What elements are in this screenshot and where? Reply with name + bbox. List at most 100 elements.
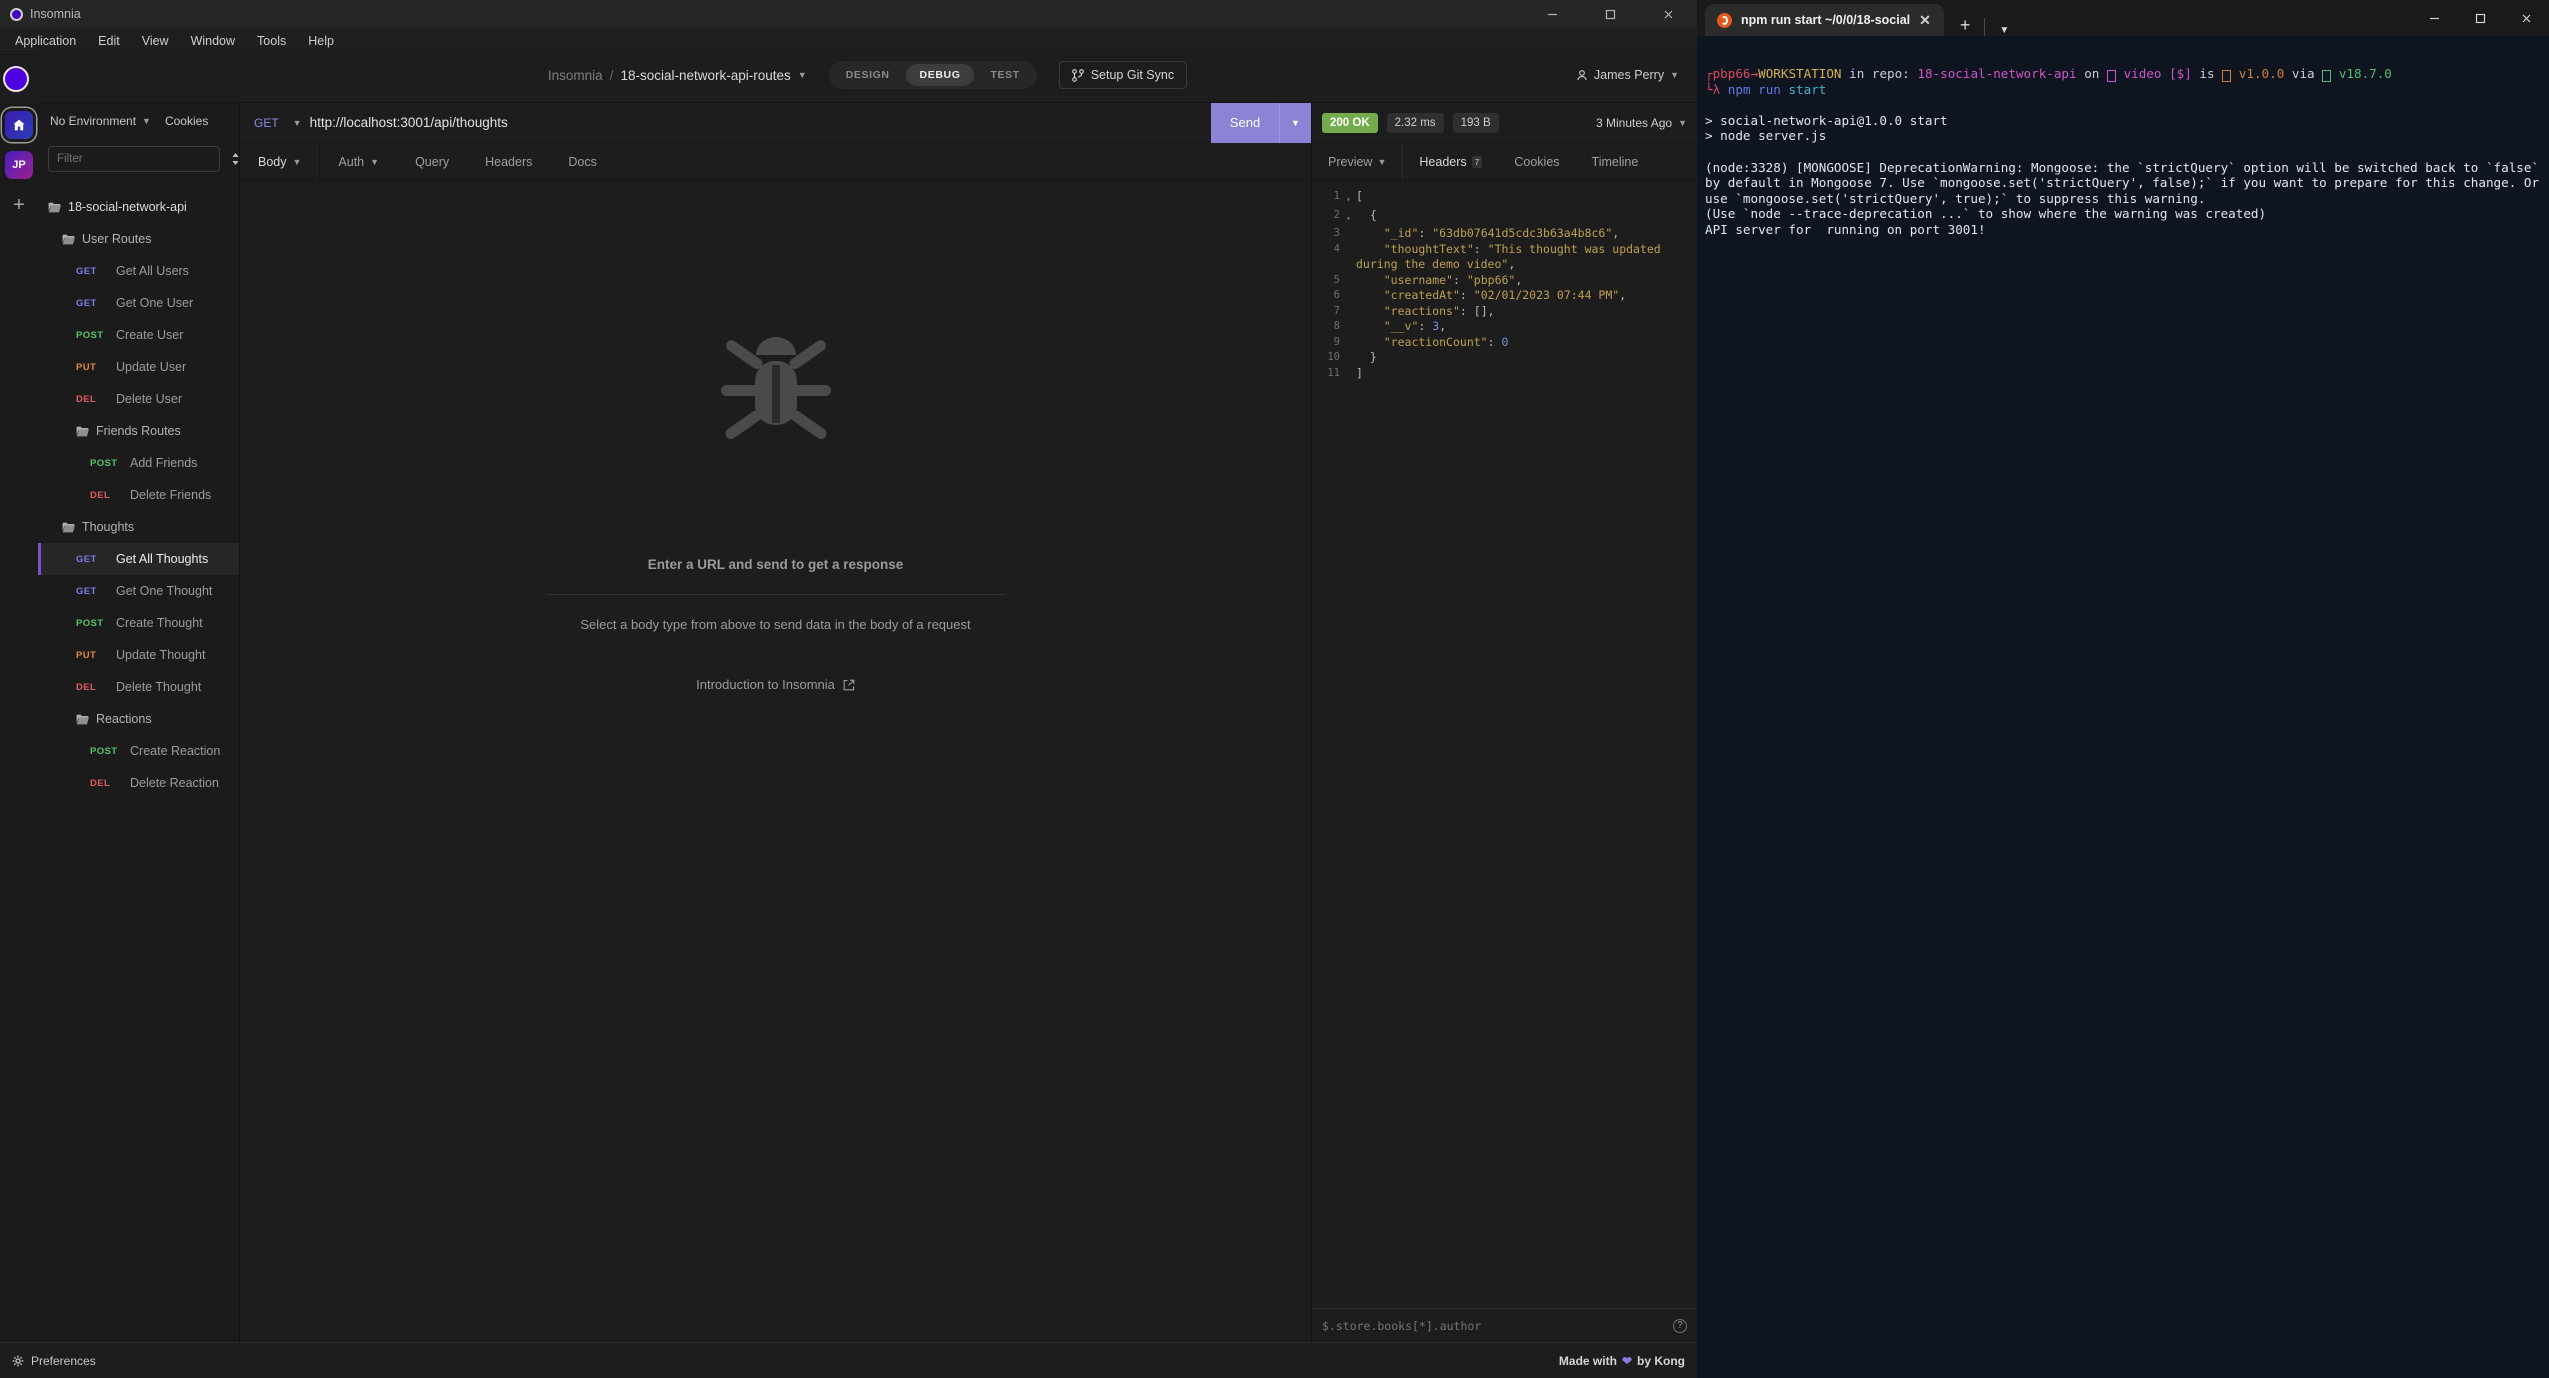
fold-toggle[interactable]: [1346, 366, 1356, 369]
line-number: 6: [1333, 289, 1340, 301]
prompt-on-label: on: [2084, 65, 2100, 81]
empty-heading: Enter a URL and send to get a response: [647, 557, 904, 572]
tab-timeline[interactable]: Timeline: [1576, 143, 1655, 180]
cookies-button[interactable]: Cookies: [165, 114, 208, 128]
request-item-get-all-users[interactable]: GET Get All Users: [38, 255, 239, 287]
request-method-badge: GET: [76, 265, 97, 277]
breadcrumb-workspace[interactable]: Insomnia: [548, 68, 603, 83]
node-icon: [2322, 69, 2332, 82]
fold-toggle[interactable]: [1346, 226, 1356, 229]
tab-docs[interactable]: Docs: [550, 143, 614, 180]
request-item-delete-reaction[interactable]: DEL Delete Reaction: [38, 767, 239, 799]
fold-toggle[interactable]: [1346, 319, 1356, 322]
folder-item-reactions[interactable]: Reactions: [38, 703, 239, 735]
response-time[interactable]: 2.32 ms: [1386, 112, 1444, 133]
tab-design[interactable]: DESIGN: [832, 64, 904, 86]
environment-selector[interactable]: No Environment ▼: [50, 114, 151, 128]
chevron-down-icon[interactable]: ▼: [798, 70, 807, 80]
rail-home-button[interactable]: [5, 111, 33, 139]
setup-git-sync-button[interactable]: Setup Git Sync: [1058, 61, 1188, 89]
status-badge[interactable]: 200 OK: [1322, 112, 1378, 133]
json-code: "thoughtText": "This thought was updated…: [1356, 241, 1668, 272]
request-item-delete-thought[interactable]: DEL Delete Thought: [38, 671, 239, 703]
request-empty-state: Enter a URL and send to get a response S…: [240, 181, 1311, 1342]
chevron-down-icon[interactable]: ▼: [1670, 70, 1679, 80]
close-button[interactable]: [1639, 0, 1697, 28]
fold-toggle[interactable]: ▾: [1346, 189, 1356, 208]
tab-auth[interactable]: Auth ▼: [320, 143, 397, 180]
avatar[interactable]: JP: [5, 151, 33, 179]
tab-body[interactable]: Body ▼: [240, 143, 321, 180]
request-item-create-reaction[interactable]: POST Create Reaction: [38, 735, 239, 767]
tab-headers[interactable]: Headers: [467, 143, 550, 180]
fold-toggle[interactable]: [1346, 335, 1356, 338]
help-icon[interactable]: ?: [1673, 1318, 1687, 1333]
terminal-close-button[interactable]: [2503, 0, 2549, 36]
json-code: }: [1369, 350, 1377, 364]
tab-test[interactable]: TEST: [976, 64, 1033, 86]
collection-root-18-social-network-api[interactable]: 18-social-network-api: [38, 191, 239, 223]
fold-toggle[interactable]: [1346, 304, 1356, 307]
request-item-create-user[interactable]: POST Create User: [38, 319, 239, 351]
request-item-get-one-thought[interactable]: GET Get One Thought: [38, 575, 239, 607]
prompt-user: pbp66: [1712, 65, 1751, 81]
folder-item-thoughts[interactable]: Thoughts: [38, 511, 239, 543]
fold-toggle[interactable]: [1346, 288, 1356, 291]
prompt-is-label: is: [2199, 65, 2215, 81]
response-filter-input[interactable]: [1322, 1318, 1665, 1333]
window-title: Insomnia: [30, 7, 81, 21]
chevron-down-icon: ▼: [292, 156, 302, 167]
preferences-button[interactable]: Preferences: [12, 1354, 96, 1368]
tab-query[interactable]: Query: [397, 143, 467, 180]
request-item-update-thought[interactable]: PUT Update Thought: [38, 639, 239, 671]
request-item-create-thought[interactable]: POST Create Thought: [38, 607, 239, 639]
account-menu[interactable]: James Perry ▼: [1576, 68, 1679, 82]
folder-item-user-routes[interactable]: User Routes: [38, 223, 239, 255]
terminal-minimize-button[interactable]: [2411, 0, 2457, 36]
send-button[interactable]: Send: [1211, 102, 1279, 143]
line-number: 5: [1333, 273, 1340, 286]
request-method[interactable]: GET: [240, 116, 293, 130]
response-size[interactable]: 193 B: [1452, 112, 1499, 133]
fold-toggle[interactable]: [1346, 350, 1356, 353]
insomnia-brand-icon: [3, 66, 29, 92]
fold-toggle[interactable]: [1346, 273, 1356, 276]
minimize-button[interactable]: [1523, 0, 1581, 28]
output-line-2: > node server.js: [1705, 128, 1827, 144]
activity-rail: JP +: [0, 103, 38, 1342]
breadcrumb-project[interactable]: 18-social-network-api-routes: [620, 68, 790, 83]
request-item-delete-user[interactable]: DEL Delete User: [38, 383, 239, 415]
fold-toggle[interactable]: [1346, 242, 1356, 245]
terminal-output[interactable]: ┌pbp66→WORKSTATION in repo: 18-social-ne…: [1697, 36, 2549, 238]
introduction-link[interactable]: Introduction to Insomnia: [696, 677, 855, 692]
maximize-button[interactable]: [1581, 0, 1639, 28]
terminal-tab[interactable]: npm run start ~/0/0/18-social ✕: [1705, 4, 1944, 36]
terminal-maximize-button[interactable]: [2457, 0, 2503, 36]
folder-item-friends-routes[interactable]: Friends Routes: [38, 415, 239, 447]
tab-response-cookies[interactable]: Cookies: [1498, 143, 1575, 180]
sidebar-filter-input[interactable]: [48, 146, 220, 172]
tree-item-label: Get One User: [116, 296, 194, 310]
line-number: 10: [1327, 351, 1340, 363]
tab-debug[interactable]: DEBUG: [905, 64, 975, 86]
chevron-down-icon[interactable]: ▼: [293, 118, 302, 128]
request-item-delete-friends[interactable]: DEL Delete Friends: [38, 479, 239, 511]
activity-tabs: DESIGN DEBUG TEST: [828, 61, 1037, 89]
prompt-via-label: via: [2291, 65, 2315, 81]
close-icon[interactable]: ✕: [1919, 12, 1931, 29]
new-tab-button[interactable]: +: [1960, 15, 1971, 36]
request-item-add-friends[interactable]: POST Add Friends: [38, 447, 239, 479]
request-item-get-all-thoughts[interactable]: GET Get All Thoughts: [38, 543, 239, 575]
request-item-get-one-user[interactable]: GET Get One User: [38, 287, 239, 319]
url-input[interactable]: http://localhost:3001/api/thoughts: [310, 115, 1211, 130]
add-workspace-button[interactable]: +: [5, 191, 33, 219]
tree-item-label: User Routes: [82, 232, 152, 246]
tree-item-label: Update User: [116, 360, 187, 374]
tab-response-headers[interactable]: Headers 7: [1403, 143, 1498, 180]
fold-toggle[interactable]: ▾: [1346, 208, 1356, 227]
tab-preview[interactable]: Preview ▼: [1312, 143, 1404, 180]
response-history-dropdown[interactable]: 3 Minutes Ago ▼: [1596, 116, 1687, 130]
request-item-update-user[interactable]: PUT Update User: [38, 351, 239, 383]
chevron-down-icon[interactable]: ▼: [1999, 25, 2009, 36]
send-options-button[interactable]: ▼: [1279, 102, 1311, 143]
